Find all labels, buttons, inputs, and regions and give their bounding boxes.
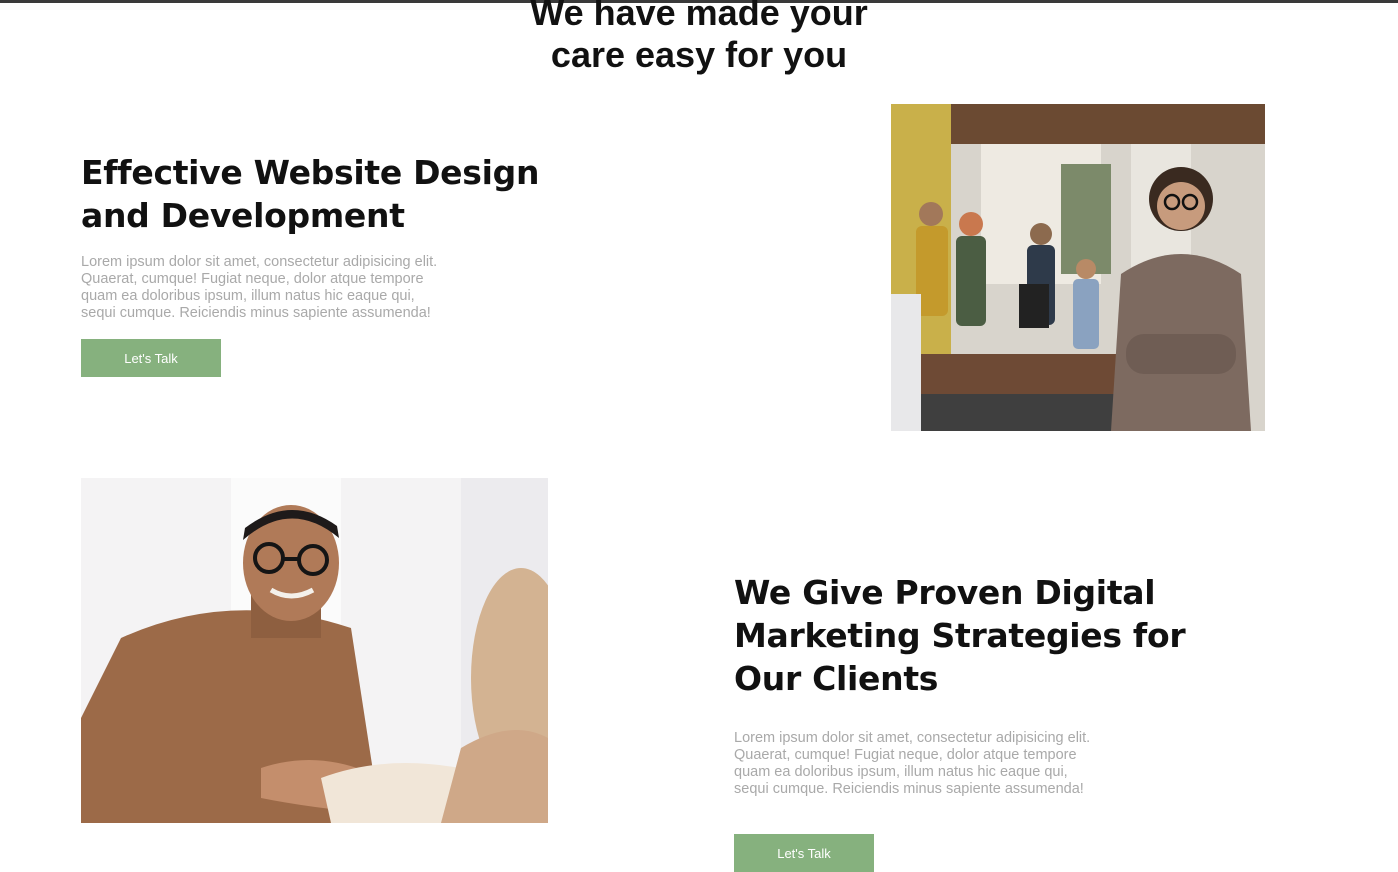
feature-heading-line: Effective Website Design: [81, 153, 540, 192]
feature-description-web-design: Lorem ipsum dolor sit amet, consectetur …: [81, 254, 437, 322]
lets-talk-button[interactable]: Let's Talk: [81, 339, 221, 377]
description-line: Quaerat, cumque! Fugiat neque, dolor atq…: [734, 747, 1077, 763]
handshake-photo: [81, 478, 548, 823]
feature-heading-line: and Development: [81, 196, 405, 235]
feature-heading-digital-marketing: We Give Proven Digital Marketing Strateg…: [734, 571, 1186, 700]
team-office-illustration: [891, 104, 1265, 431]
feature-heading-line: We Give Proven Digital: [734, 573, 1156, 612]
description-line: sequi cumque. Reiciendis minus sapiente …: [734, 781, 1084, 797]
feature-description-digital-marketing: Lorem ipsum dolor sit amet, consectetur …: [734, 730, 1090, 798]
description-line: Lorem ipsum dolor sit amet, consectetur …: [734, 730, 1091, 746]
team-office-photo: [891, 104, 1265, 431]
description-line: Quaerat, cumque! Fugiat neque, dolor atq…: [81, 271, 424, 287]
section-title-line: We have made your: [530, 0, 868, 33]
description-line: Lorem ipsum dolor sit amet, consectetur …: [81, 254, 438, 270]
section-title-line: care easy for you: [550, 34, 848, 75]
feature-heading-line: Our Clients: [734, 659, 939, 698]
feature-heading-line: Marketing Strategies for: [734, 616, 1186, 655]
section-title: We have made your care easy for you: [0, 0, 1398, 76]
description-line: sequi cumque. Reiciendis minus sapiente …: [81, 305, 431, 321]
description-line: quam ea doloribus ipsum, illum natus hic…: [734, 764, 1068, 780]
feature-heading-web-design: Effective Website Design and Development: [81, 151, 539, 237]
description-line: quam ea doloribus ipsum, illum natus hic…: [81, 288, 415, 304]
lets-talk-button[interactable]: Let's Talk: [734, 834, 874, 872]
handshake-illustration: [81, 478, 548, 823]
